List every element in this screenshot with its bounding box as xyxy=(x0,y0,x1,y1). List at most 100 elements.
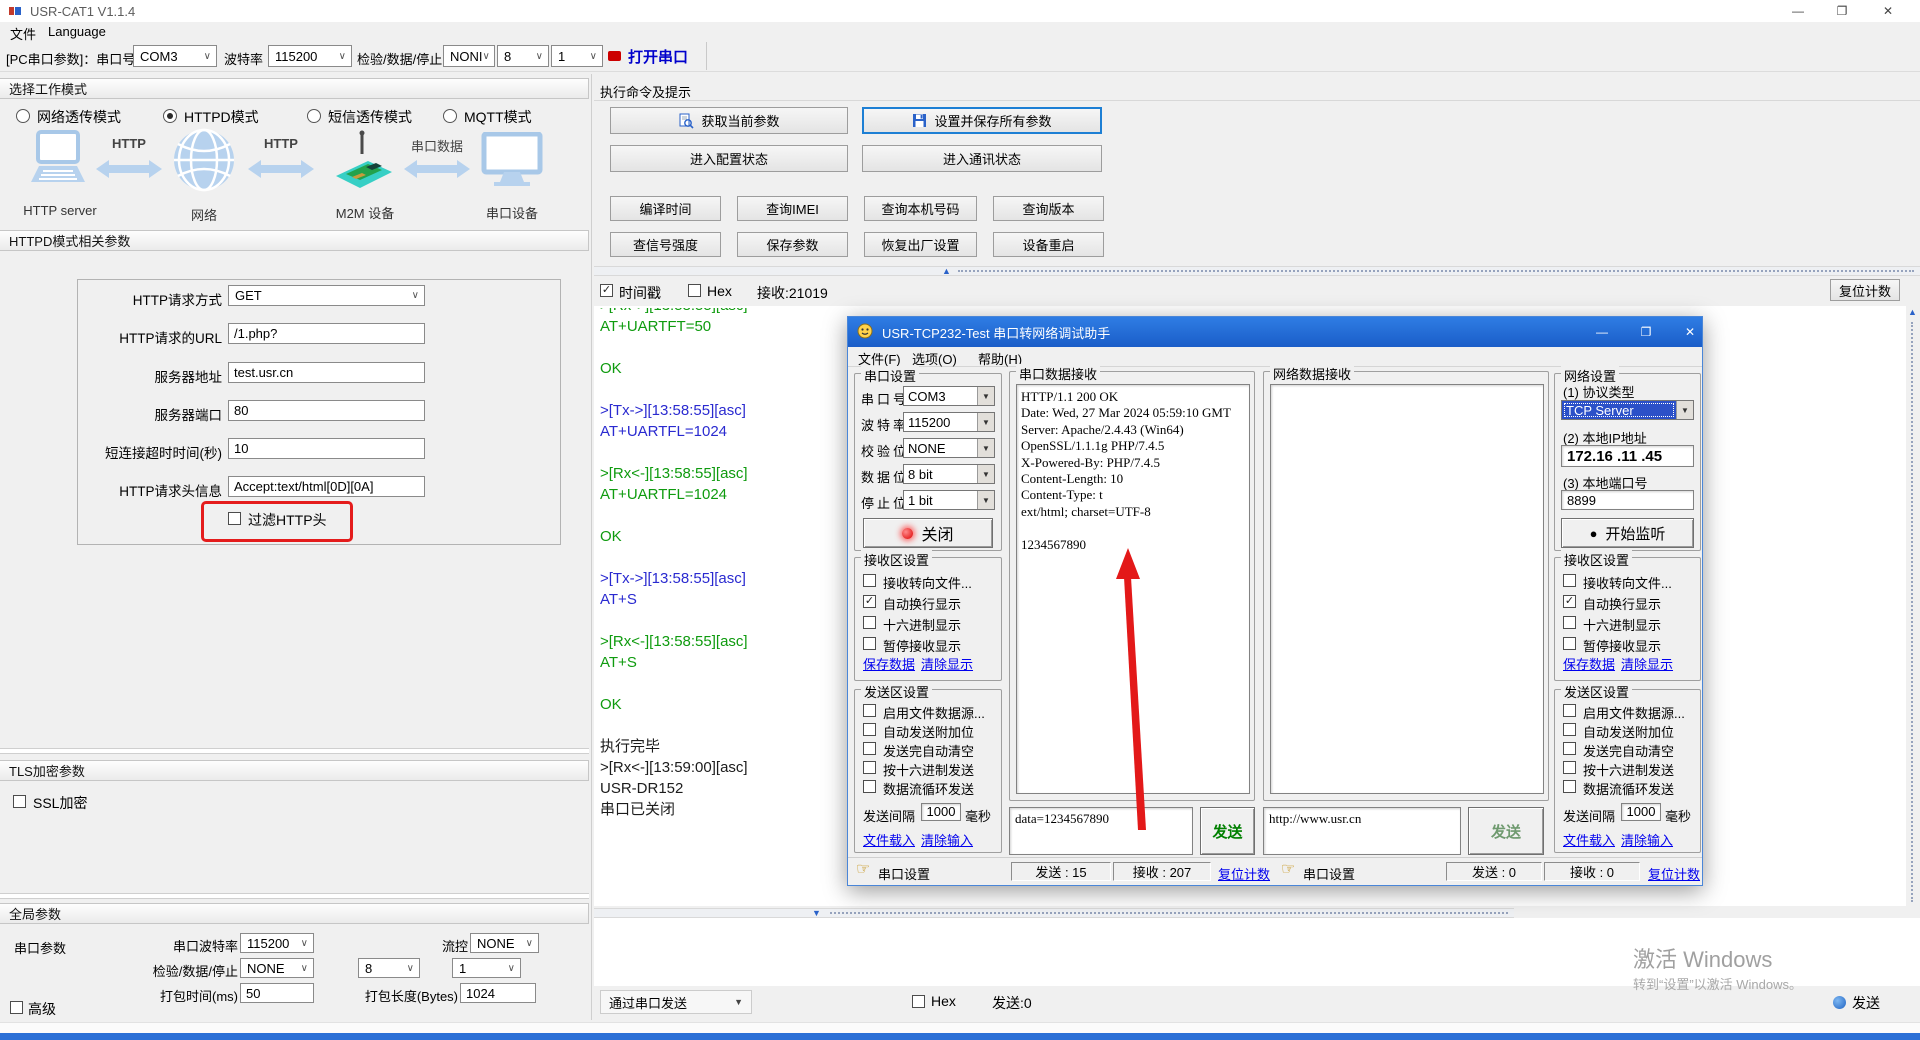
mode-radio-label[interactable]: 短信透传模式 xyxy=(328,107,412,127)
net-send-opts-checkbox[interactable] xyxy=(1563,704,1576,717)
ssl-checkbox[interactable] xyxy=(13,795,26,808)
scroll-down-icon[interactable]: ▼ xyxy=(812,909,821,918)
net-send-opts-link-1[interactable]: 清除输入 xyxy=(1621,830,1673,849)
scroll-up-icon[interactable]: ▲ xyxy=(942,267,951,276)
horizontal-scrollbar[interactable]: ▼ xyxy=(594,908,1514,918)
cmd-button-small-5[interactable]: 保存参数 xyxy=(737,232,848,257)
minimize-icon[interactable]: — xyxy=(1778,0,1818,22)
serial-send-opts-checkbox[interactable] xyxy=(863,780,876,793)
serial-recv-opts-checkbox[interactable] xyxy=(863,595,876,608)
net-recv-opts-checkbox[interactable] xyxy=(1563,637,1576,650)
serial-setting-combo-4[interactable]: 1 bit▼ xyxy=(903,490,995,510)
send-button[interactable]: 发送 xyxy=(1852,993,1880,1013)
local-port-input[interactable]: 8899 xyxy=(1561,490,1694,510)
ssl-label[interactable]: SSL加密 xyxy=(33,793,87,813)
overlay-titlebar[interactable]: USR-TCP232-Test 串口转网络调试助手 — ❐ ✕ xyxy=(848,317,1702,347)
reset-counter-button[interactable]: 复位计数 xyxy=(1830,279,1900,301)
serial-send-opts-checkbox[interactable] xyxy=(863,723,876,736)
pack-time-input[interactable]: 50 xyxy=(240,983,314,1003)
databits-select[interactable]: 8∨ xyxy=(497,45,549,67)
net-recv-opts-checkbox-label[interactable]: 暂停接收显示 xyxy=(1583,636,1661,655)
cmd-button-3[interactable]: 进入通讯状态 xyxy=(862,145,1102,172)
net-send-opts-checkbox-label[interactable]: 按十六进制发送 xyxy=(1583,760,1674,779)
net-recv-opts-checkbox[interactable] xyxy=(1563,616,1576,629)
serial-send-input[interactable]: data=1234567890 xyxy=(1009,807,1193,855)
cmd-button-small-3[interactable]: 查询版本 xyxy=(993,196,1104,221)
serial-recv-opts-link-1[interactable]: 清除显示 xyxy=(921,654,973,673)
net-send-opts-checkbox-label[interactable]: 启用文件数据源... xyxy=(1583,703,1685,722)
send-via-serial-dropdown[interactable]: 通过串口发送 ▼ xyxy=(600,990,752,1014)
net-send-opts-checkbox[interactable] xyxy=(1563,761,1576,774)
hex-label[interactable]: Hex xyxy=(707,283,732,299)
baud-select[interactable]: 115200∨ xyxy=(268,45,352,67)
close-icon[interactable]: ✕ xyxy=(1678,322,1702,342)
serial-setting-combo-2[interactable]: NONE▼ xyxy=(903,438,995,458)
serial-send-opts-link-0[interactable]: 文件载入 xyxy=(863,830,915,849)
net-recv-opts-checkbox[interactable] xyxy=(1563,574,1576,587)
serial-send-opts-checkbox-label[interactable]: 启用文件数据源... xyxy=(883,703,985,722)
global-stopbits-select[interactable]: 1∨ xyxy=(452,958,521,978)
flow-control-select[interactable]: NONE∨ xyxy=(470,933,539,953)
httpd-field-input[interactable]: 10 xyxy=(228,438,425,459)
mode-radio-3[interactable] xyxy=(443,109,457,123)
global-databits-select[interactable]: 8∨ xyxy=(358,958,420,978)
net-send-input[interactable]: http://www.usr.cn xyxy=(1263,807,1461,855)
scrollbar-track[interactable] xyxy=(958,270,1914,272)
proto-type-select[interactable]: TCP Server ▼ xyxy=(1561,400,1694,420)
status-reset-link[interactable]: 复位计数 xyxy=(1218,864,1270,883)
serial-recv-opts-checkbox-label[interactable]: 接收转向文件... xyxy=(883,573,972,592)
cmd-button-small-1[interactable]: 查询IMEI xyxy=(737,196,848,221)
scrollbar-track[interactable] xyxy=(830,912,1508,914)
parity-select[interactable]: NONI∨ xyxy=(443,45,495,67)
net-send-button[interactable]: 发送 xyxy=(1468,807,1544,855)
status-reset-link[interactable]: 复位计数 xyxy=(1648,864,1700,883)
serial-send-opts-link-1[interactable]: 清除输入 xyxy=(921,830,973,849)
net-send-opts-checkbox[interactable] xyxy=(1563,723,1576,736)
serial-send-opts-checkbox[interactable] xyxy=(863,742,876,755)
advanced-label[interactable]: 高级 xyxy=(28,999,56,1019)
pack-len-input[interactable]: 1024 xyxy=(460,983,536,1003)
serial-send-opts-checkbox-label[interactable]: 按十六进制发送 xyxy=(883,760,974,779)
horizontal-scrollbar[interactable]: ▲ xyxy=(594,266,1920,276)
serial-recv-opts-checkbox-label[interactable]: 暂停接收显示 xyxy=(883,636,961,655)
serial-recv-opts-checkbox[interactable] xyxy=(863,574,876,587)
net-recv-opts-checkbox[interactable] xyxy=(1563,595,1576,608)
httpd-field-input[interactable]: Accept:text/html[0D][0A] xyxy=(228,476,425,497)
serial-send-opts-checkbox[interactable] xyxy=(863,761,876,774)
net-send-opts-checkbox[interactable] xyxy=(1563,742,1576,755)
stopbits-select[interactable]: 1∨ xyxy=(551,45,603,67)
vertical-scrollbar[interactable]: ▲ xyxy=(1906,306,1918,906)
menu-file[interactable]: 文件 xyxy=(10,24,36,43)
net-send-opts-checkbox-label[interactable]: 自动发送附加位 xyxy=(1583,722,1674,741)
serial-send-opts-checkbox-label[interactable]: 发送完自动清空 xyxy=(883,741,974,760)
serial-setting-combo-0[interactable]: COM3▼ xyxy=(903,386,995,406)
net-send-opts-checkbox[interactable] xyxy=(1563,780,1576,793)
serial-recv-opts-link-0[interactable]: 保存数据 xyxy=(863,654,915,673)
net-recv-opts-checkbox-label[interactable]: 十六进制显示 xyxy=(1583,615,1661,634)
send-hex-label[interactable]: Hex xyxy=(931,993,956,1009)
global-baud-select[interactable]: 115200∨ xyxy=(240,933,314,953)
global-parity-select[interactable]: NONE∨ xyxy=(240,958,314,978)
hex-checkbox[interactable] xyxy=(688,284,701,297)
net-recv-opts-checkbox-label[interactable]: 接收转向文件... xyxy=(1583,573,1672,592)
maximize-icon[interactable]: ❐ xyxy=(1634,322,1658,342)
close-serial-button[interactable]: 关闭 xyxy=(863,518,993,548)
scroll-up-icon[interactable]: ▲ xyxy=(1908,308,1917,317)
mode-radio-1[interactable] xyxy=(163,109,177,123)
com-port-select[interactable]: COM3∨ xyxy=(133,45,217,67)
serial-send-button[interactable]: 发送 xyxy=(1200,807,1255,855)
serial-recv-opts-checkbox-label[interactable]: 自动换行显示 xyxy=(883,594,961,613)
net-recv-opts-link-1[interactable]: 清除显示 xyxy=(1621,654,1673,673)
mode-radio-2[interactable] xyxy=(307,109,321,123)
cmd-button-0[interactable]: 获取当前参数 xyxy=(610,107,848,134)
timestamp-checkbox[interactable] xyxy=(600,284,613,297)
serial-recv-opts-checkbox-label[interactable]: 十六进制显示 xyxy=(883,615,961,634)
serial-setting-combo-1[interactable]: 115200▼ xyxy=(903,412,995,432)
start-listen-button[interactable]: ● 开始监听 xyxy=(1561,518,1694,548)
serial-send-opts-checkbox-label[interactable]: 自动发送附加位 xyxy=(883,722,974,741)
mode-radio-0[interactable] xyxy=(16,109,30,123)
maximize-icon[interactable]: ❐ xyxy=(1822,0,1862,22)
cmd-button-small-0[interactable]: 编译时间 xyxy=(610,196,721,221)
timestamp-label[interactable]: 时间戳 xyxy=(619,283,661,303)
net-recv-box[interactable] xyxy=(1270,384,1544,794)
